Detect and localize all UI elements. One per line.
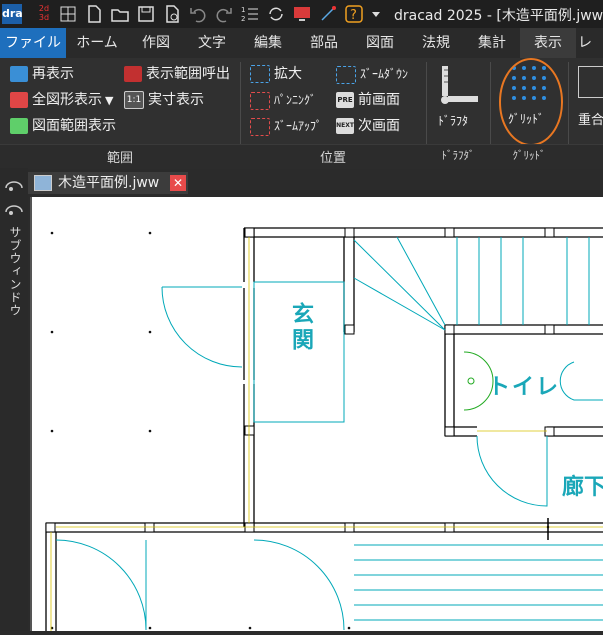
ribbon-group-labels: 範囲 位置 ﾄﾞﾗﾌﾀﾞ ｸﾞﾘｯﾄﾞ xyxy=(0,144,603,169)
drafter-button[interactable]: ﾄﾞﾗﾌﾀ xyxy=(432,62,484,142)
finish-lines xyxy=(50,237,603,631)
highlight-circle xyxy=(499,58,563,146)
document-tab[interactable]: 木造平面例.jww ✕ xyxy=(28,172,188,194)
sub-window-icon[interactable] xyxy=(4,178,24,194)
svg-text:?: ? xyxy=(350,8,357,23)
group-label-drafter: ﾄﾞﾗﾌﾀﾞ xyxy=(441,149,475,162)
pan-icon xyxy=(250,91,270,110)
tab-parts[interactable]: 部品 xyxy=(296,28,352,58)
panning-button[interactable]: ﾊﾟﾝﾆﾝｸﾞ xyxy=(250,89,316,111)
room-label-entrance: 玄関 xyxy=(288,302,313,354)
monitor-red-icon xyxy=(10,92,28,108)
drawing-file-icon xyxy=(34,175,52,191)
save-icon[interactable] xyxy=(136,4,156,24)
checklist-icon[interactable]: 12 xyxy=(240,4,260,24)
redo-icon[interactable] xyxy=(214,4,234,24)
overlay-icon xyxy=(578,66,603,98)
sub-window-label: サブウィンドウ xyxy=(8,226,22,317)
app-logo-icon[interactable]: dra xyxy=(2,4,23,24)
sub-window-icon-2[interactable] xyxy=(4,202,24,218)
help-icon[interactable]: ? xyxy=(344,4,364,24)
monitor-green-icon xyxy=(10,118,28,134)
zoom-in-icon xyxy=(250,65,270,83)
walls xyxy=(45,227,603,631)
refresh-icon[interactable] xyxy=(266,4,286,24)
wall-nodes xyxy=(45,227,555,533)
tab-aggregate[interactable]: 集計 xyxy=(464,28,520,58)
zoom-down-button[interactable]: ｽﾞｰﾑﾀﾞｳﾝ xyxy=(336,63,408,85)
group-label-grid: ｸﾞﾘｯﾄﾞ xyxy=(512,149,546,162)
tab-edit[interactable]: 編集 xyxy=(240,28,296,58)
red-screen-icon[interactable] xyxy=(292,4,312,24)
drafter-icon xyxy=(441,66,478,104)
tab-drawing[interactable]: 図面 xyxy=(352,28,408,58)
redisplay-button[interactable]: 再表示 xyxy=(10,63,74,85)
room-label-toilet: トイレ xyxy=(488,375,561,400)
zoom-up-button[interactable]: ｽﾞｰﾑｱｯﾌﾟ xyxy=(250,115,322,137)
undo-icon[interactable] xyxy=(188,4,208,24)
tab-file[interactable]: ファイル xyxy=(0,28,66,58)
tab-draw[interactable]: 作図 xyxy=(128,28,184,58)
measure-icon[interactable] xyxy=(318,4,338,24)
grid-select-icon[interactable] xyxy=(58,4,78,24)
chevron-down-icon: ▼ xyxy=(105,94,114,107)
open-folder-icon[interactable] xyxy=(110,4,130,24)
new-file-icon[interactable] xyxy=(84,4,104,24)
title-bar: dra 2d 3d 12 ? dracad 2025 - [木造平面例.jww] xyxy=(0,0,603,28)
room-label-hall: 廊下 xyxy=(562,475,603,500)
window-title: dracad 2025 - [木造平面例.jww] xyxy=(394,8,603,24)
next-icon: NEXT xyxy=(336,118,354,134)
tab-view[interactable]: 表示 xyxy=(520,28,576,58)
tab-layer[interactable]: レ xyxy=(576,28,603,58)
zoom-in-button[interactable]: 拡大 xyxy=(250,63,302,85)
call-range-button[interactable]: 表示範囲呼出 xyxy=(124,63,230,85)
prev-screen-button[interactable]: PRE 前画面 xyxy=(336,89,400,111)
group-label-position: 位置 xyxy=(319,151,346,166)
tab-text[interactable]: 文字 xyxy=(184,28,240,58)
actual-size-icon: 1:1 xyxy=(124,91,144,109)
zoom-down-icon xyxy=(336,65,356,84)
drawing-range-button[interactable]: 図面範囲表示 xyxy=(10,115,116,137)
print-preview-icon[interactable] xyxy=(162,4,182,24)
floor-plan-drawing[interactable] xyxy=(32,197,603,631)
tab-home[interactable]: ホーム xyxy=(66,28,128,58)
prev-icon: PRE xyxy=(336,92,354,108)
show-all-button[interactable]: 全図形表示 ▼ xyxy=(10,89,113,111)
grid-points xyxy=(50,231,550,630)
tab-regulations[interactable]: 法規 xyxy=(408,28,464,58)
overlay-button[interactable]: 重合 xyxy=(578,62,603,142)
ribbon-tab-bar: ファイル ホーム 作図 文字 編集 部品 図面 法規 集計 表示 レ xyxy=(0,28,603,59)
next-screen-button[interactable]: NEXT 次画面 xyxy=(336,115,400,137)
group-label-range: 範囲 xyxy=(106,151,133,166)
actual-size-button[interactable]: 1:1 実寸表示 xyxy=(124,89,204,111)
2d-3d-icon[interactable]: 2d 3d xyxy=(34,4,54,24)
monitor-blue-icon xyxy=(10,66,28,82)
doors-and-stairs xyxy=(55,236,603,631)
range-call-icon xyxy=(124,66,142,82)
close-icon[interactable]: ✕ xyxy=(170,175,186,191)
dropdown-icon[interactable] xyxy=(370,4,382,24)
zoom-up-icon xyxy=(250,117,270,136)
svg-text:1: 1 xyxy=(241,6,245,14)
svg-text:2: 2 xyxy=(241,15,245,23)
drawing-canvas[interactable]: 玄関 トイレ 廊下 xyxy=(30,197,603,631)
